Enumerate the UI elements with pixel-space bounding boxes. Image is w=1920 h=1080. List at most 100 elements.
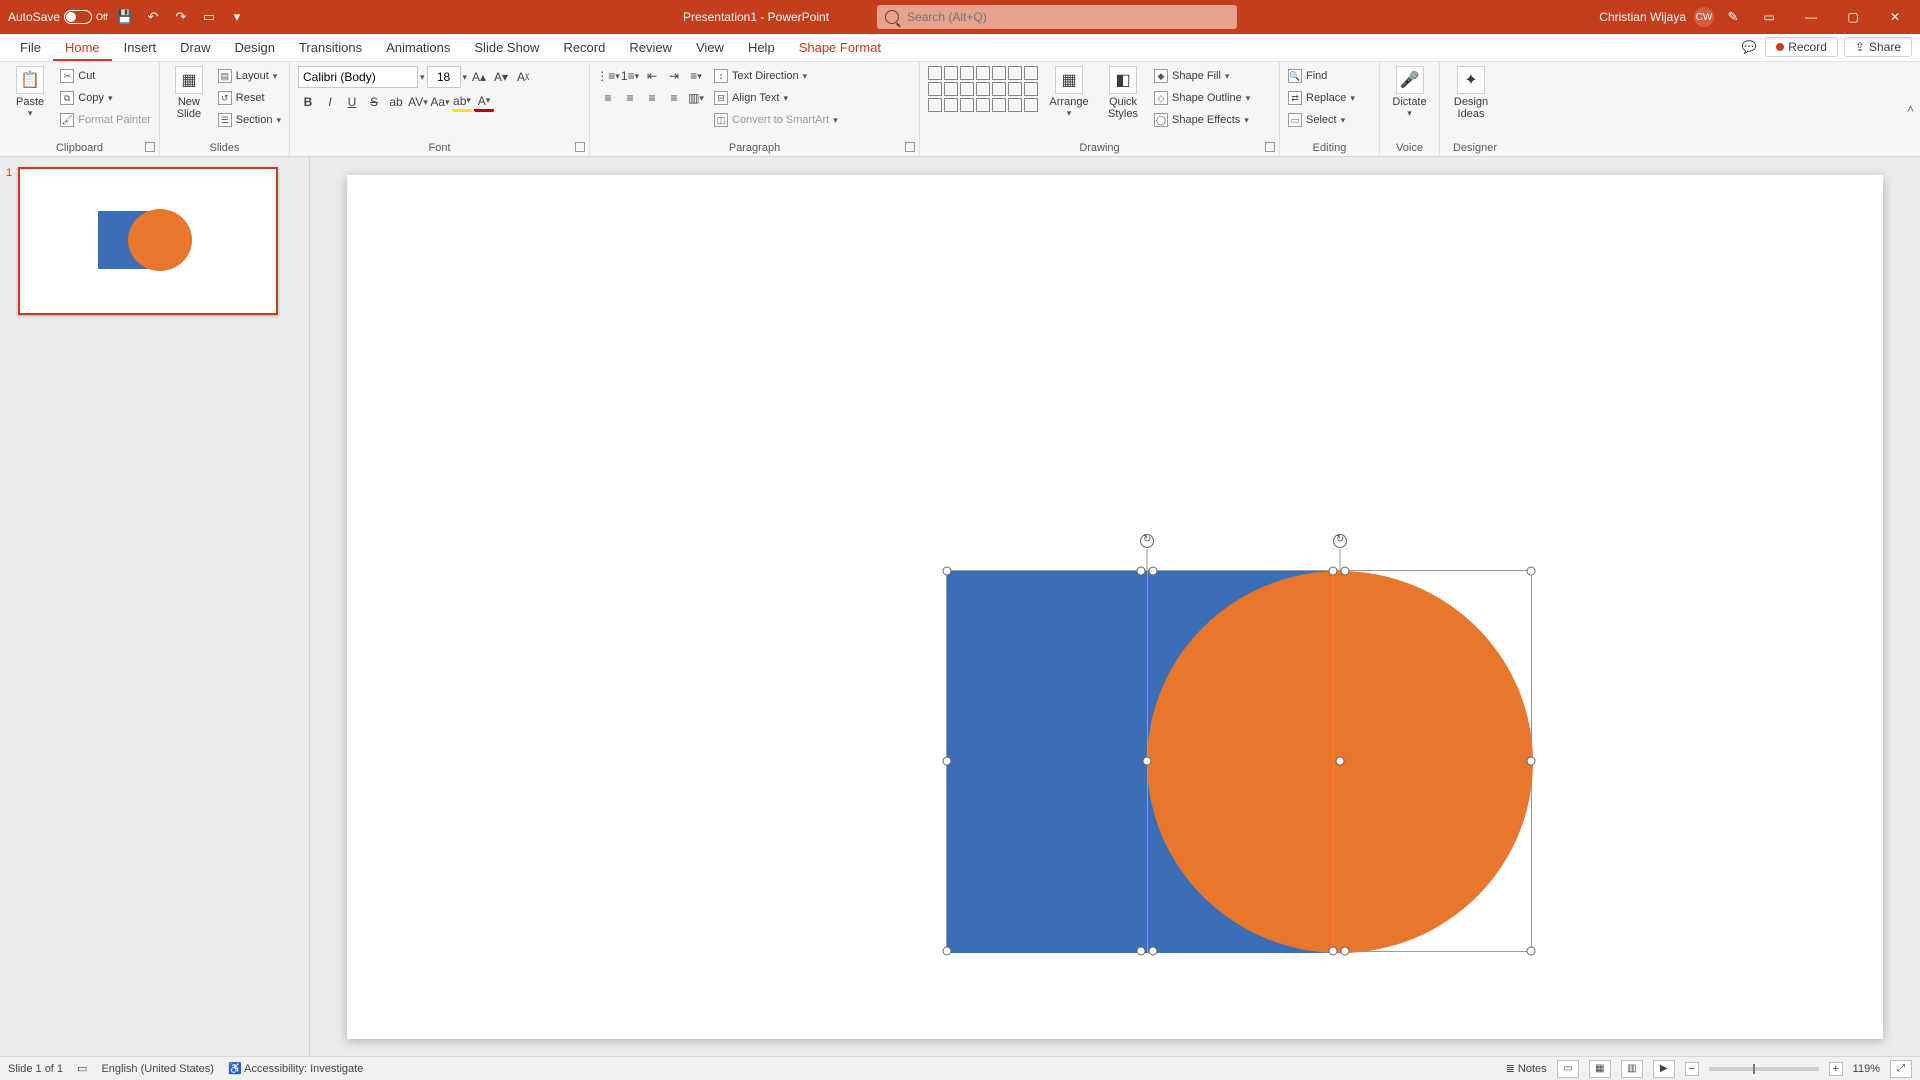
quick-styles-button[interactable]: ◧ Quick Styles: [1100, 66, 1146, 120]
resize-handle[interactable]: [1527, 947, 1536, 956]
pen-icon[interactable]: ✎: [1722, 6, 1744, 28]
ribbon-display-icon[interactable]: ▭: [1752, 6, 1786, 28]
select-button[interactable]: ▭Select▾: [1288, 110, 1355, 130]
resize-handle[interactable]: [1143, 757, 1152, 766]
design-ideas-button[interactable]: ✦ Design Ideas: [1448, 66, 1494, 120]
tab-transitions[interactable]: Transitions: [287, 36, 374, 61]
drawing-dialog-launcher[interactable]: [1265, 142, 1275, 152]
maximize-icon[interactable]: ▢: [1836, 6, 1870, 28]
text-shadow-icon[interactable]: ab: [386, 92, 406, 112]
resize-handle[interactable]: [1329, 567, 1338, 576]
accessibility-status[interactable]: ♿ Accessibility: Investigate: [228, 1062, 363, 1075]
shape-fill-button[interactable]: ◆Shape Fill▾: [1154, 66, 1250, 86]
chevron-down-icon[interactable]: ▾: [463, 72, 468, 83]
align-right-icon[interactable]: ≡: [642, 88, 662, 108]
character-spacing-icon[interactable]: AV▾: [408, 92, 428, 112]
font-size-input[interactable]: [427, 66, 461, 88]
resize-handle[interactable]: [1329, 947, 1338, 956]
tab-design[interactable]: Design: [223, 36, 287, 61]
fit-to-window-icon[interactable]: ⤢: [1890, 1060, 1912, 1078]
new-slide-button[interactable]: ▦ New Slide: [168, 66, 210, 120]
tab-help[interactable]: Help: [736, 36, 787, 61]
resize-handle[interactable]: [1527, 757, 1536, 766]
font-dialog-launcher[interactable]: [575, 142, 585, 152]
tab-shape-format[interactable]: Shape Format: [787, 36, 893, 61]
underline-icon[interactable]: U: [342, 92, 362, 112]
italic-icon[interactable]: I: [320, 92, 340, 112]
resize-handle[interactable]: [1341, 567, 1350, 576]
shape-effects-button[interactable]: ◯Shape Effects▾: [1154, 110, 1250, 130]
slideshow-view-icon[interactable]: ▶: [1653, 1060, 1675, 1078]
tab-review[interactable]: Review: [617, 36, 684, 61]
rotation-handle-icon[interactable]: [1333, 534, 1347, 548]
resize-handle[interactable]: [1527, 567, 1536, 576]
thumbnail-1[interactable]: 1: [18, 167, 291, 315]
rotation-handle-icon[interactable]: [1140, 534, 1154, 548]
zoom-out-button[interactable]: −: [1685, 1062, 1699, 1076]
numbering-icon[interactable]: 1≡▾: [620, 66, 640, 86]
decrease-indent-icon[interactable]: ⇤: [642, 66, 662, 86]
search-input[interactable]: [899, 10, 1229, 24]
align-text-button[interactable]: ⊟Align Text▾: [714, 88, 838, 108]
slide-sorter-view-icon[interactable]: ▦: [1589, 1060, 1611, 1078]
tab-draw[interactable]: Draw: [168, 36, 222, 61]
collapse-ribbon-icon[interactable]: ˄: [1907, 102, 1914, 116]
resize-handle[interactable]: [943, 567, 952, 576]
slide-thumbnail-pane[interactable]: 1: [0, 157, 310, 1056]
layout-button[interactable]: ▤Layout▾: [218, 66, 281, 86]
section-button[interactable]: ☰Section▾: [218, 110, 281, 130]
record-button[interactable]: Record: [1765, 37, 1838, 57]
font-name-input[interactable]: [298, 66, 418, 88]
bold-icon[interactable]: B: [298, 92, 318, 112]
search-box[interactable]: [877, 5, 1237, 29]
arrange-button[interactable]: ▦ Arrange▾: [1046, 66, 1092, 119]
comments-icon[interactable]: 💬: [1739, 37, 1759, 57]
resize-handle[interactable]: [943, 757, 952, 766]
replace-button[interactable]: ⇄Replace▾: [1288, 88, 1355, 108]
align-center-icon[interactable]: ≡: [620, 88, 640, 108]
language-status[interactable]: English (United States): [101, 1063, 214, 1075]
convert-smartart-button[interactable]: ◫Convert to SmartArt▾: [714, 110, 838, 130]
tab-slide-show[interactable]: Slide Show: [462, 36, 551, 61]
align-left-icon[interactable]: ≡: [598, 88, 618, 108]
resize-handle[interactable]: [1149, 947, 1158, 956]
undo-icon[interactable]: ↶: [142, 6, 164, 28]
strikethrough-icon[interactable]: S: [364, 92, 384, 112]
shape-gallery[interactable]: [928, 66, 1038, 112]
resize-handle[interactable]: [943, 947, 952, 956]
reading-view-icon[interactable]: ▥: [1621, 1060, 1643, 1078]
change-case-icon[interactable]: Aa▾: [430, 92, 450, 112]
paragraph-dialog-launcher[interactable]: [905, 142, 915, 152]
redo-icon[interactable]: ↷: [170, 6, 192, 28]
resize-handle[interactable]: [1149, 567, 1158, 576]
paste-button[interactable]: 📋 Paste ▾: [8, 66, 52, 119]
tab-home[interactable]: Home: [53, 36, 112, 61]
resize-handle[interactable]: [1137, 947, 1146, 956]
clear-formatting-icon[interactable]: Aᵡ: [513, 67, 533, 87]
notes-button[interactable]: ≣ Notes: [1506, 1062, 1547, 1075]
autosave-toggle[interactable]: AutoSave Off: [8, 10, 108, 24]
bullets-icon[interactable]: ⋮≡▾: [598, 66, 618, 86]
save-icon[interactable]: 💾: [114, 6, 136, 28]
user-avatar[interactable]: CW: [1694, 7, 1714, 27]
resize-handle[interactable]: [1137, 567, 1146, 576]
line-spacing-icon[interactable]: ≡▾: [686, 66, 706, 86]
zoom-level[interactable]: 119%: [1853, 1063, 1880, 1075]
normal-view-icon[interactable]: ▭: [1557, 1060, 1579, 1078]
zoom-slider[interactable]: [1709, 1067, 1819, 1071]
zoom-in-button[interactable]: +: [1829, 1062, 1843, 1076]
slide-index[interactable]: Slide 1 of 1: [8, 1063, 63, 1075]
tab-animations[interactable]: Animations: [374, 36, 462, 61]
justify-icon[interactable]: ≡: [664, 88, 684, 108]
tab-view[interactable]: View: [684, 36, 736, 61]
dictate-button[interactable]: 🎤 Dictate▾: [1388, 66, 1431, 119]
share-button[interactable]: ⇪ Share: [1844, 37, 1912, 57]
start-from-beginning-icon[interactable]: ▭: [198, 6, 220, 28]
slide-canvas[interactable]: [310, 157, 1920, 1056]
minimize-icon[interactable]: —: [1794, 6, 1828, 28]
resize-handle[interactable]: [1336, 757, 1345, 766]
tab-record[interactable]: Record: [551, 36, 617, 61]
columns-icon[interactable]: ▥▾: [686, 88, 706, 108]
copy-button[interactable]: ⧉Copy▾: [60, 88, 151, 108]
clipboard-dialog-launcher[interactable]: [145, 142, 155, 152]
